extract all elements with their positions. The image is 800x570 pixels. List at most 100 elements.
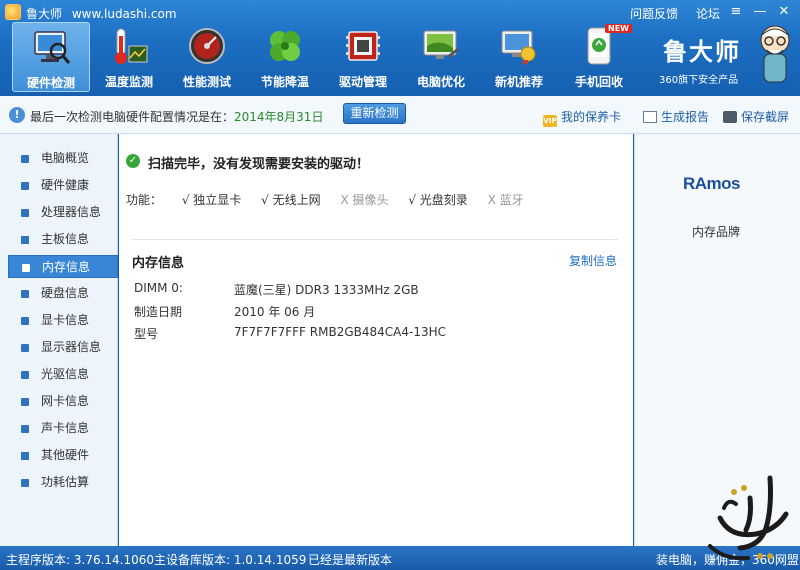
tab-label: 温度监测: [104, 75, 153, 89]
feature-label: 功能：: [126, 193, 163, 207]
app-title: 鲁大师 www.ludashi.com: [26, 5, 183, 22]
tab-temperature[interactable]: 温度监测: [90, 22, 168, 92]
sidebar-item-hardware-health[interactable]: 硬件健康: [8, 174, 118, 197]
forum-link[interactable]: 论坛: [696, 7, 720, 21]
tab-pc-optimize[interactable]: 电脑优化: [402, 22, 480, 92]
driver-chip-icon: [346, 31, 380, 61]
sidebar-item-label: 网卡信息: [41, 394, 90, 408]
sidebar-item-cpu[interactable]: 处理器信息: [8, 201, 118, 224]
vip-card-icon: VIP: [543, 115, 557, 127]
camera-icon: [723, 111, 737, 123]
sidebar-item-sound[interactable]: 声卡信息: [8, 417, 118, 440]
app-url: www.ludashi.com: [71, 7, 177, 21]
menu-button[interactable]: ≡: [726, 3, 746, 21]
brand-subtitle: 360旗下安全产品: [659, 75, 739, 86]
feedback-link[interactable]: 问题反馈: [630, 7, 678, 21]
sidebar: 电脑概览 硬件健康 处理器信息 主板信息 内存信息 硬盘信息 显卡信息 显示器信…: [0, 134, 118, 546]
sidebar-item-label: 显示器信息: [41, 340, 102, 354]
check-circle-icon: ✓: [126, 154, 140, 168]
save-screenshot-label: 保存截屏: [741, 110, 790, 124]
sidebar-item-label: 处理器信息: [41, 205, 102, 219]
brand-area: 鲁大师 360旗下安全产品: [655, 25, 795, 90]
recheck-button[interactable]: 重新检测: [343, 103, 406, 124]
app-logo-icon: [5, 4, 21, 20]
report-icon: [643, 111, 657, 123]
info-key: 型号: [134, 327, 159, 341]
info-row: 型号 7F7F7F7FFF RMB2GB484CA4-13HC: [134, 325, 446, 342]
info-value: 7F7F7F7FFF RMB2GB484CA4-13HC: [234, 325, 446, 339]
feature-camera: X 摄像头: [340, 193, 389, 207]
sidebar-item-disk[interactable]: 硬盘信息: [8, 282, 118, 305]
tab-label: 电脑优化: [416, 75, 465, 89]
bullet-icon: [21, 155, 29, 163]
info-row: DIMM 0: 蓝魔(三星) DDR3 1333MHz 2GB: [134, 281, 419, 297]
sidebar-item-label: 光驱信息: [41, 367, 90, 381]
main-toolbar: 硬件检测 温度监测 性能测试 节能降温 驱动管理 电脑优化 新机推荐 NEW 手…: [0, 22, 650, 94]
bullet-icon: [21, 344, 29, 352]
bullet-icon: [21, 209, 29, 217]
feature-bluetooth: X 蓝牙: [487, 193, 524, 207]
info-row: 制造日期 2010 年 06 月: [134, 303, 315, 320]
bullet-icon: [21, 371, 29, 379]
sidebar-item-monitor[interactable]: 显示器信息: [8, 336, 118, 359]
tab-energy-saving[interactable]: 节能降温: [246, 22, 324, 92]
tab-performance[interactable]: 性能测试: [168, 22, 246, 92]
title-bar: 鲁大师 www.ludashi.com 问题反馈 论坛 ≡ — ✕: [0, 0, 800, 24]
sidebar-item-optical[interactable]: 光驱信息: [8, 363, 118, 386]
close-button[interactable]: ✕: [774, 3, 794, 21]
tab-new-pc[interactable]: 新机推荐: [480, 22, 558, 92]
tab-label: 硬件检测: [26, 76, 75, 90]
tab-label: 节能降温: [260, 75, 309, 89]
sidebar-item-label: 显卡信息: [41, 313, 90, 327]
sidebar-item-gpu[interactable]: 显卡信息: [8, 309, 118, 332]
sidebar-item-label: 其他硬件: [41, 448, 90, 462]
sidebar-item-overview[interactable]: 电脑概览: [8, 147, 118, 170]
divider: [132, 239, 618, 240]
generate-report-label: 生成报告: [661, 110, 710, 124]
sidebar-item-memory[interactable]: 内存信息: [8, 255, 118, 278]
db-version: 主设备库版本: 1.0.14.1059: [154, 553, 307, 567]
bullet-icon: [22, 264, 30, 272]
up-to-date-text: 已经是最新版本: [308, 553, 393, 567]
tab-phone-recycle[interactable]: NEW 手机回收: [560, 22, 638, 92]
tab-hardware-check[interactable]: 硬件检测: [12, 22, 90, 92]
sidebar-item-label: 功耗估算: [41, 475, 90, 489]
warranty-card-link[interactable]: VIP 我的保养卡: [543, 108, 621, 127]
new-pc-icon: [501, 30, 536, 65]
sidebar-item-motherboard[interactable]: 主板信息: [8, 228, 118, 251]
save-screenshot-link[interactable]: 保存截屏: [723, 108, 789, 125]
sidebar-item-other[interactable]: 其他硬件: [8, 444, 118, 467]
info-key: 制造日期: [134, 305, 183, 319]
feature-discrete-gpu: √ 独立显卡: [181, 193, 242, 207]
tab-label: 手机回收: [574, 75, 623, 89]
tab-label: 新机推荐: [494, 75, 543, 89]
tab-driver-manager[interactable]: 驱动管理: [324, 22, 402, 92]
bullet-icon: [21, 236, 29, 244]
calligraphy-watermark-icon: [708, 475, 789, 561]
bullet-icon: [21, 398, 29, 406]
sidebar-item-network[interactable]: 网卡信息: [8, 390, 118, 413]
copy-info-link[interactable]: 复制信息: [569, 252, 617, 269]
section-title: 内存信息: [132, 256, 185, 271]
status-bar: 主程序版本: 3.76.14.1060 主设备库版本: 1.0.14.1059 …: [0, 546, 800, 570]
bullet-icon: [21, 317, 29, 325]
feature-disc-burn: √ 光盘刻录: [408, 193, 468, 207]
sidebar-item-power[interactable]: 功耗估算: [8, 471, 118, 494]
last-check-text: 最后一次检测电脑硬件配置情况是在：: [30, 110, 235, 124]
new-badge: NEW: [605, 24, 632, 33]
feature-row: 功能： √ 独立显卡 √ 无线上网 X 摄像头 √ 光盘刻录 X 蓝牙: [126, 191, 524, 208]
scan-result-title: 扫描完毕，没有发现需要安装的驱动！: [148, 157, 370, 172]
sidebar-item-label: 声卡信息: [41, 421, 90, 435]
ramos-logo: RAmos: [683, 174, 741, 193]
hardware-check-icon: [34, 31, 71, 64]
app-name: 鲁大师: [26, 7, 63, 21]
sidebar-item-label: 内存信息: [42, 260, 91, 274]
sidebar-item-label: 电脑概览: [41, 151, 90, 165]
bullet-icon: [21, 479, 29, 487]
info-value: 蓝魔(三星) DDR3 1333MHz 2GB: [234, 283, 419, 297]
thermometer-icon: [115, 28, 148, 64]
minimize-button[interactable]: —: [750, 3, 770, 21]
mascot-icon: [760, 25, 790, 83]
sidebar-item-label: 硬盘信息: [41, 286, 90, 300]
generate-report-link[interactable]: 生成报告: [643, 108, 709, 125]
